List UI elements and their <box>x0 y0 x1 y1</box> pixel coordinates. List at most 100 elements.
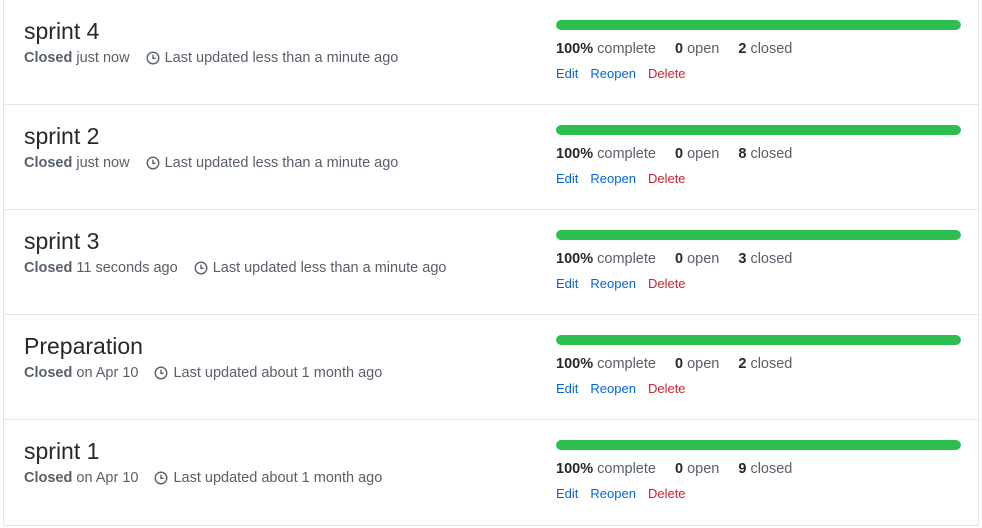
open-value: 0 <box>674 146 684 162</box>
progress-section: 100% complete 0 open 2 closed Edit Reope… <box>556 335 962 396</box>
milestone-actions: Edit Reopen Delete <box>556 381 962 396</box>
milestone-stats: 100% complete 0 open 3 closed <box>556 251 962 267</box>
milestone-meta: Closed on Apr 10 Last updated about 1 mo… <box>24 470 382 486</box>
milestone-title[interactable]: Preparation <box>24 332 143 360</box>
delete-link[interactable]: Delete <box>648 486 686 501</box>
complete-label: complete <box>597 356 656 372</box>
closed-value: 2 <box>738 41 747 57</box>
percent-complete: 100% complete <box>556 356 656 372</box>
closed-suffix-label: closed <box>750 146 793 162</box>
reopen-link[interactable]: Reopen <box>590 66 636 81</box>
open-value: 0 <box>674 356 684 372</box>
progress-section: 100% complete 0 open 8 closed Edit Reope… <box>556 125 962 186</box>
open-count[interactable]: 0 open <box>675 356 719 372</box>
reopen-link[interactable]: Reopen <box>590 276 636 291</box>
closed-when: on Apr 10 <box>76 365 139 381</box>
milestone-actions: Edit Reopen Delete <box>556 66 962 81</box>
percent-value: 100% <box>556 146 594 162</box>
last-updated: Last updated less than a minute ago <box>164 155 399 171</box>
closed-label: Closed <box>24 470 73 486</box>
closed-count[interactable]: 2 closed <box>738 356 792 372</box>
milestone-stats: 100% complete 0 open 2 closed <box>556 356 962 372</box>
progress-section: 100% complete 0 open 9 closed Edit Reope… <box>556 440 962 501</box>
milestone-row: sprint 1 Closed on Apr 10 Last updated a… <box>4 419 978 524</box>
progress-fill <box>556 20 961 30</box>
closed-value: 3 <box>738 251 747 267</box>
progress-bar <box>556 440 961 450</box>
open-label: open <box>687 146 720 162</box>
milestone-title[interactable]: sprint 1 <box>24 437 99 465</box>
reopen-link[interactable]: Reopen <box>590 486 636 501</box>
edit-link[interactable]: Edit <box>556 486 578 501</box>
closed-label: Closed <box>24 260 73 276</box>
milestone-meta: Closed just now Last updated less than a… <box>24 155 398 171</box>
progress-bar <box>556 20 961 30</box>
complete-label: complete <box>597 146 656 162</box>
complete-label: complete <box>597 41 656 57</box>
milestone-title[interactable]: sprint 4 <box>24 17 99 45</box>
closed-suffix-label: closed <box>750 461 793 477</box>
milestone-stats: 100% complete 0 open 8 closed <box>556 146 962 162</box>
milestone-meta: Closed on Apr 10 Last updated about 1 mo… <box>24 365 382 381</box>
delete-link[interactable]: Delete <box>648 276 686 291</box>
last-updated: Last updated less than a minute ago <box>212 260 447 276</box>
reopen-link[interactable]: Reopen <box>590 381 636 396</box>
percent-value: 100% <box>556 41 594 57</box>
progress-bar <box>556 230 961 240</box>
milestone-title[interactable]: sprint 3 <box>24 227 99 255</box>
open-value: 0 <box>674 41 684 57</box>
closed-info: Closed 11 seconds ago <box>24 260 178 276</box>
closed-count[interactable]: 3 closed <box>738 251 792 267</box>
closed-when: just now <box>76 50 130 66</box>
closed-count[interactable]: 8 closed <box>738 146 792 162</box>
clock-icon <box>194 261 208 275</box>
percent-complete: 100% complete <box>556 461 656 477</box>
edit-link[interactable]: Edit <box>556 381 578 396</box>
progress-fill <box>556 335 961 345</box>
closed-count[interactable]: 9 closed <box>738 461 792 477</box>
closed-value: 8 <box>738 146 747 162</box>
clock-icon <box>154 471 168 485</box>
closed-info: Closed just now <box>24 155 130 171</box>
progress-bar <box>556 125 961 135</box>
closed-count[interactable]: 2 closed <box>738 41 792 57</box>
closed-info: Closed just now <box>24 50 130 66</box>
edit-link[interactable]: Edit <box>556 171 578 186</box>
closed-info: Closed on Apr 10 <box>24 470 138 486</box>
milestone-actions: Edit Reopen Delete <box>556 171 962 186</box>
closed-when: on Apr 10 <box>76 470 139 486</box>
progress-bar <box>556 335 961 345</box>
milestone-row: sprint 2 Closed just now Last updated le… <box>4 104 978 209</box>
closed-suffix-label: closed <box>750 41 793 57</box>
clock-icon <box>146 156 160 170</box>
delete-link[interactable]: Delete <box>648 171 686 186</box>
milestone-actions: Edit Reopen Delete <box>556 486 962 501</box>
milestone-title[interactable]: sprint 2 <box>24 122 99 150</box>
open-value: 0 <box>674 461 684 477</box>
delete-link[interactable]: Delete <box>648 381 686 396</box>
closed-when: 11 seconds ago <box>76 260 178 276</box>
closed-suffix-label: closed <box>750 251 793 267</box>
last-updated: Last updated about 1 month ago <box>173 365 383 381</box>
closed-value: 9 <box>738 461 747 477</box>
last-updated: Last updated less than a minute ago <box>164 50 399 66</box>
closed-label: Closed <box>24 365 73 381</box>
progress-fill <box>556 440 961 450</box>
edit-link[interactable]: Edit <box>556 66 578 81</box>
percent-complete: 100% complete <box>556 251 656 267</box>
delete-link[interactable]: Delete <box>648 66 686 81</box>
closed-info: Closed on Apr 10 <box>24 365 138 381</box>
milestone-row: sprint 3 Closed 11 seconds ago Last upda… <box>4 209 978 314</box>
open-count[interactable]: 0 open <box>675 146 719 162</box>
closed-when: just now <box>76 155 130 171</box>
edit-link[interactable]: Edit <box>556 276 578 291</box>
closed-label: Closed <box>24 50 73 66</box>
open-count[interactable]: 0 open <box>675 461 719 477</box>
reopen-link[interactable]: Reopen <box>590 171 636 186</box>
milestone-row: sprint 4 Closed just now Last updated le… <box>4 0 978 104</box>
milestone-actions: Edit Reopen Delete <box>556 276 962 291</box>
closed-value: 2 <box>738 356 747 372</box>
open-count[interactable]: 0 open <box>675 251 719 267</box>
open-count[interactable]: 0 open <box>675 41 719 57</box>
percent-complete: 100% complete <box>556 146 656 162</box>
